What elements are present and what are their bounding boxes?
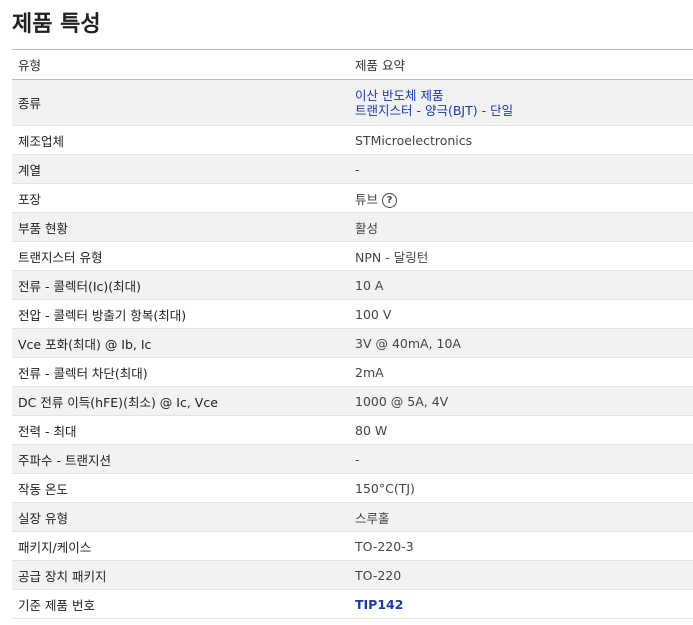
row-label: 공급 장치 패키지 [12,560,349,590]
table-row: 트랜지스터 유형 NPN - 달링턴 [12,241,693,271]
row-value: TIP142 [349,589,693,619]
table-row: 부품 현황 활성 [12,212,693,242]
table-header-row: 유형 제품 요약 [12,49,693,80]
row-value: 80 W [349,415,693,445]
table-row: 포장 튜브? [12,183,693,213]
table-row: 종류 이산 반도체 제품 트랜지스터 - 양극(BJT) - 단일 [12,79,693,126]
row-value: 3V @ 40mA, 10A [349,328,693,358]
row-value: 활성 [349,212,693,242]
table-row: 전류 - 콜렉터 차단(최대) 2mA [12,357,693,387]
row-value: 10 A [349,270,693,300]
row-label: 기준 제품 번호 [12,589,349,619]
row-value: 100 V [349,299,693,329]
packaging-value: 튜브 [355,191,379,207]
row-value: 스루홀 [349,502,693,532]
table-row: Vce 포화(최대) @ Ib, Ic 3V @ 40mA, 10A [12,328,693,358]
row-label: 계열 [12,154,349,184]
row-label: 실장 유형 [12,502,349,532]
table-row: 전압 - 콜렉터 방출기 항복(최대) 100 V [12,299,693,329]
row-label: 종류 [12,79,349,126]
header-summary: 제품 요약 [349,49,693,80]
category-link-transistor[interactable]: 트랜지스터 - 양극(BJT) - 단일 [355,103,687,118]
base-part-number-link[interactable]: TIP142 [355,597,403,612]
row-label: 트랜지스터 유형 [12,241,349,271]
row-label: Vce 포화(최대) @ Ib, Ic [12,328,349,358]
row-value: 1000 @ 5A, 4V [349,386,693,416]
table-row: 전류 - 콜렉터(Ic)(최대) 10 A [12,270,693,300]
row-label: 주파수 - 트랜지션 [12,444,349,474]
row-value: 150°C(TJ) [349,473,693,503]
table-row: 계열 - [12,154,693,184]
row-label: 전류 - 콜렉터 차단(최대) [12,357,349,387]
table-row: 기준 제품 번호 TIP142 [12,589,693,619]
row-value: 이산 반도체 제품 트랜지스터 - 양극(BJT) - 단일 [349,79,693,126]
row-value: TO-220 [349,560,693,590]
row-label: 전력 - 최대 [12,415,349,445]
row-label: 포장 [12,183,349,213]
question-circle-icon[interactable]: ? [382,192,398,208]
table-row: 전력 - 최대 80 W [12,415,693,445]
row-value: 튜브? [349,183,693,213]
row-label: 제조업체 [12,125,349,155]
table-row: 작동 온도 150°C(TJ) [12,473,693,503]
product-attributes-panel: 제품 특성 유형 제품 요약 종류 이산 반도체 제품 트랜지스터 - 양극(B… [0,0,693,625]
table-row: 주파수 - 트랜지션 - [12,444,693,474]
table-row: 패키지/케이스 TO-220-3 [12,531,693,561]
row-label: 부품 현황 [12,212,349,242]
table-row: DC 전류 이득(hFE)(최소) @ Ic, Vce 1000 @ 5A, 4… [12,386,693,416]
table-row: 공급 장치 패키지 TO-220 [12,560,693,590]
row-value: - [349,154,693,184]
table-row: 제조업체 STMicroelectronics [12,125,693,155]
row-value: STMicroelectronics [349,125,693,155]
page-title: 제품 특성 [12,12,101,37]
row-label: DC 전류 이득(hFE)(최소) @ Ic, Vce [12,386,349,416]
category-link-discrete[interactable]: 이산 반도체 제품 [355,88,687,103]
row-value: NPN - 달링턴 [349,241,693,271]
row-label: 전류 - 콜렉터(Ic)(최대) [12,270,349,300]
header-type: 유형 [12,49,349,80]
row-value: TO-220-3 [349,531,693,561]
row-label: 패키지/케이스 [12,531,349,561]
row-label: 작동 온도 [12,473,349,503]
attributes-table: 유형 제품 요약 종류 이산 반도체 제품 트랜지스터 - 양극(BJT) - … [12,49,693,619]
row-value: 2mA [349,357,693,387]
row-value: - [349,444,693,474]
row-label: 전압 - 콜렉터 방출기 항복(최대) [12,299,349,329]
table-row: 실장 유형 스루홀 [12,502,693,532]
